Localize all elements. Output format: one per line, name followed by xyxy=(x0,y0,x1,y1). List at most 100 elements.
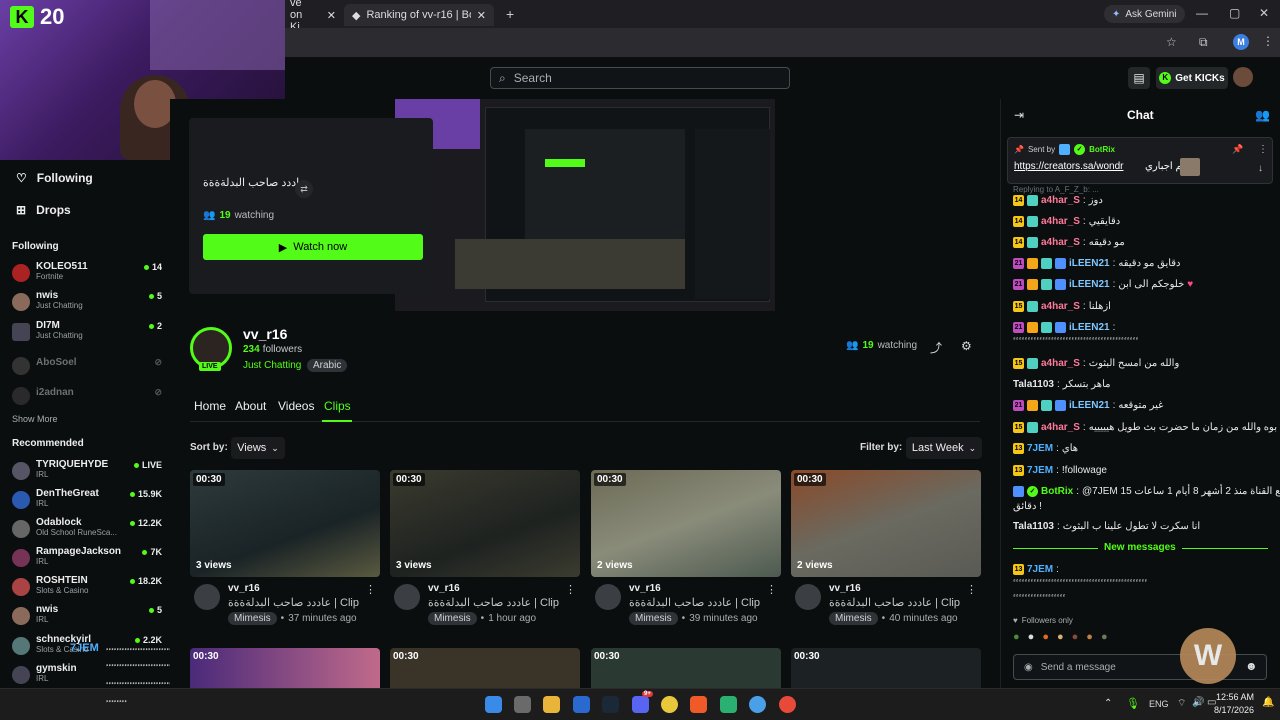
emote-icon[interactable]: ● xyxy=(1086,631,1093,647)
avatar[interactable] xyxy=(795,584,821,610)
browser-tab-kick[interactable]: ve on Ki ✕ xyxy=(282,0,344,33)
more-options-icon[interactable]: ⋮ xyxy=(1258,144,1268,155)
tab-clips[interactable]: Clips xyxy=(324,399,351,413)
clip-channel[interactable]: vv_r16 xyxy=(629,583,661,594)
show-more-link[interactable]: Show More xyxy=(12,414,58,424)
channel-category-link[interactable]: Just Chatting xyxy=(243,360,301,371)
clip-category[interactable]: Mimesis xyxy=(228,612,277,625)
chat-username[interactable]: 7JEM xyxy=(1027,465,1053,476)
expand-icon[interactable]: ↓ xyxy=(1258,163,1263,174)
share-icon[interactable]: ⤴ xyxy=(930,339,942,356)
tray-chevron-icon[interactable]: ⌃ xyxy=(1104,698,1112,709)
chrome-icon[interactable] xyxy=(661,696,678,713)
chat-username[interactable]: iLEEN21 xyxy=(1069,279,1110,290)
sidebar-channel[interactable]: Odablock Old School RuneSca... 12.2K xyxy=(10,517,162,543)
clip-thumbnail[interactable]: 00:30 xyxy=(190,648,380,688)
sidebar-channel[interactable]: nwis IRL 5 xyxy=(10,604,162,630)
sidebar-channel[interactable]: AboSoel ⊘ xyxy=(10,354,162,380)
tab-videos[interactable]: Videos xyxy=(278,399,314,413)
search-input[interactable]: ⌕ Search xyxy=(490,67,790,89)
task-view-icon[interactable] xyxy=(514,696,531,713)
chat-username[interactable]: Tala1103 xyxy=(1013,521,1054,532)
microphone-icon[interactable]: 🎙 xyxy=(1126,697,1140,710)
notification-icon[interactable]: 🔔 xyxy=(1262,697,1274,708)
clock-time[interactable]: 12:56 AM xyxy=(1214,692,1254,702)
close-icon[interactable]: ✕ xyxy=(477,9,486,22)
browser-menu-icon[interactable]: ⋮ xyxy=(1262,34,1274,48)
collapse-chat-icon[interactable]: ⇥ xyxy=(1014,108,1024,122)
minimize-icon[interactable]: — xyxy=(1196,6,1208,20)
chat-username[interactable]: a4har_S xyxy=(1041,422,1080,433)
emote-icon[interactable]: ● xyxy=(1028,631,1035,647)
more-options-icon[interactable]: ⋮ xyxy=(365,583,376,596)
channel-tag[interactable]: Arabic xyxy=(307,359,348,372)
chat-settings-icon[interactable]: ◉ xyxy=(1024,662,1033,673)
close-icon[interactable]: ✕ xyxy=(327,9,336,22)
nav-following[interactable]: ♡ Following xyxy=(16,171,93,185)
avatar[interactable] xyxy=(595,584,621,610)
clips-icon-button[interactable]: ▤ xyxy=(1128,67,1150,89)
edge-icon[interactable] xyxy=(573,696,590,713)
clip-thumbnail[interactable]: 00:30 xyxy=(591,648,781,688)
sidebar-channel[interactable]: i2adnan ⊘ xyxy=(10,384,162,410)
chat-username[interactable]: a4har_S xyxy=(1041,216,1080,227)
chat-username[interactable]: iLEEN21 xyxy=(1069,400,1110,411)
filter-dropdown[interactable]: Last Week ⌄ xyxy=(906,437,982,459)
sort-dropdown[interactable]: Views ⌄ xyxy=(231,437,285,459)
avatar[interactable] xyxy=(194,584,220,610)
steam-icon[interactable] xyxy=(602,696,619,713)
clip-title[interactable]: عاددد صاحب البدلةةةة | Clip xyxy=(428,596,559,609)
wifi-icon[interactable]: ⌔ xyxy=(1177,697,1186,710)
ask-gemini-button[interactable]: ✦ Ask Gemini xyxy=(1104,5,1185,23)
emote-frog-icon[interactable]: ● xyxy=(1013,631,1020,647)
maximize-icon[interactable]: ▢ xyxy=(1229,6,1240,20)
clock-date[interactable]: 8/17/2026 xyxy=(1208,705,1254,715)
clip-channel[interactable]: vv_r16 xyxy=(829,583,861,594)
chat-username[interactable]: iLEEN21 xyxy=(1069,258,1110,269)
new-tab-icon[interactable]: + xyxy=(506,6,514,22)
bookmark-star-icon[interactable]: ☆ xyxy=(1166,35,1177,49)
app-icon[interactable] xyxy=(720,696,737,713)
chat-username[interactable]: a4har_S xyxy=(1041,195,1080,206)
window-close-icon[interactable]: ✕ xyxy=(1259,6,1269,20)
get-kicks-button[interactable]: K Get KICKs xyxy=(1156,67,1228,89)
clip-category[interactable]: Mimesis xyxy=(629,612,678,625)
chat-users-icon[interactable]: 👥 xyxy=(1255,108,1270,122)
sidebar-channel[interactable]: TYRIQUEHYDE IRL LIVE xyxy=(10,459,162,485)
emote-icon[interactable]: ● xyxy=(1057,631,1064,647)
chat-username[interactable]: 7JEM xyxy=(1027,443,1053,454)
brave-icon[interactable] xyxy=(690,696,707,713)
settings-sliders-icon[interactable]: ⚙ xyxy=(961,339,972,353)
sidebar-channel[interactable]: ROSHTEIN Slots & Casino 18.2K xyxy=(10,575,162,601)
emote-icon[interactable]: ● xyxy=(1072,631,1079,647)
sidebar-channel[interactable]: nwis Just Chatting 5 xyxy=(10,290,162,316)
chat-username[interactable]: a4har_S xyxy=(1041,301,1080,312)
sidebar-channel[interactable]: DenTheGreat IRL 15.9K xyxy=(10,488,162,514)
chat-username[interactable]: iLEEN21 xyxy=(1069,322,1110,333)
browser-tab-botrix[interactable]: ◆ Ranking of vv-r16 | BotRix — Ci ✕ xyxy=(344,4,494,26)
extensions-icon[interactable]: ⧉ xyxy=(1199,35,1208,50)
sidebar-channel[interactable]: RampageJackson IRL 7K xyxy=(10,546,162,572)
sidebar-channel[interactable]: DI7M Just Chatting 2 xyxy=(10,320,162,346)
share-icon[interactable]: ⇄ xyxy=(295,180,313,198)
clip-title[interactable]: عاددد صاحب البدلةةةة | Clip xyxy=(829,596,960,609)
chat-username[interactable]: 7JEM xyxy=(1027,564,1053,575)
emote-icon[interactable]: ● xyxy=(1042,631,1049,647)
chrome-icon[interactable] xyxy=(779,696,796,713)
volume-icon[interactable]: 🔊 xyxy=(1192,697,1204,708)
language-indicator[interactable]: ENG xyxy=(1149,699,1169,709)
watch-now-button[interactable]: ▶ Watch now xyxy=(203,234,423,260)
emoji-picker-icon[interactable]: ☻ xyxy=(1245,659,1258,673)
clip-title[interactable]: عاددد صاحب البدلةةةة | Clip xyxy=(228,596,359,609)
chat-username[interactable]: a4har_S xyxy=(1041,237,1080,248)
clip-channel[interactable]: vv_r16 xyxy=(228,583,260,594)
clip-channel[interactable]: vv_r16 xyxy=(428,583,460,594)
clip-title[interactable]: عاددد صاحب البدلةةةة | Clip xyxy=(629,596,760,609)
clip-category[interactable]: Mimesis xyxy=(428,612,477,625)
tab-home[interactable]: Home xyxy=(194,399,226,413)
tab-about[interactable]: About xyxy=(235,399,266,413)
clip-thumbnail[interactable]: 00:30 xyxy=(390,648,580,688)
chat-username[interactable]: BotRix xyxy=(1041,486,1073,497)
file-explorer-icon[interactable] xyxy=(543,696,560,713)
clip-category[interactable]: Mimesis xyxy=(829,612,878,625)
